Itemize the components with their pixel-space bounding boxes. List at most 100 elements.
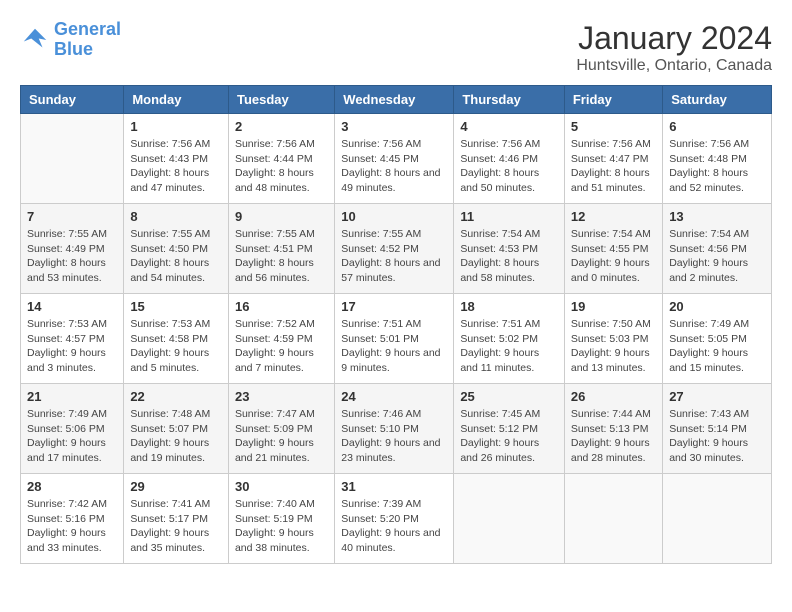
day-info: Sunrise: 7:49 AMSunset: 5:05 PMDaylight:…: [669, 317, 765, 376]
day-info: Sunrise: 7:55 AMSunset: 4:49 PMDaylight:…: [27, 227, 117, 286]
day-number: 21: [27, 389, 117, 404]
day-number: 26: [571, 389, 656, 404]
day-number: 1: [130, 119, 222, 134]
day-info: Sunrise: 7:51 AMSunset: 5:01 PMDaylight:…: [341, 317, 447, 376]
header-row: SundayMondayTuesdayWednesdayThursdayFrid…: [21, 86, 772, 114]
day-cell: 22 Sunrise: 7:48 AMSunset: 5:07 PMDayligh…: [124, 384, 229, 474]
calendar-table: SundayMondayTuesdayWednesdayThursdayFrid…: [20, 85, 772, 564]
day-number: 19: [571, 299, 656, 314]
day-number: 17: [341, 299, 447, 314]
day-number: 31: [341, 479, 447, 494]
day-cell: [564, 474, 662, 564]
day-number: 6: [669, 119, 765, 134]
header-cell-tuesday: Tuesday: [228, 86, 334, 114]
day-cell: 13 Sunrise: 7:54 AMSunset: 4:56 PMDayligh…: [663, 204, 772, 294]
day-info: Sunrise: 7:47 AMSunset: 5:09 PMDaylight:…: [235, 407, 328, 466]
day-cell: 27 Sunrise: 7:43 AMSunset: 5:14 PMDayligh…: [663, 384, 772, 474]
logo-text: GeneralBlue: [54, 20, 121, 60]
day-info: Sunrise: 7:51 AMSunset: 5:02 PMDaylight:…: [460, 317, 558, 376]
day-number: 23: [235, 389, 328, 404]
header-cell-sunday: Sunday: [21, 86, 124, 114]
day-info: Sunrise: 7:54 AMSunset: 4:56 PMDaylight:…: [669, 227, 765, 286]
day-info: Sunrise: 7:56 AMSunset: 4:47 PMDaylight:…: [571, 137, 656, 196]
day-info: Sunrise: 7:46 AMSunset: 5:10 PMDaylight:…: [341, 407, 447, 466]
day-number: 18: [460, 299, 558, 314]
day-info: Sunrise: 7:39 AMSunset: 5:20 PMDaylight:…: [341, 497, 447, 556]
day-cell: 25 Sunrise: 7:45 AMSunset: 5:12 PMDayligh…: [454, 384, 565, 474]
logo: GeneralBlue: [20, 20, 121, 60]
day-cell: [454, 474, 565, 564]
day-number: 9: [235, 209, 328, 224]
day-cell: 18 Sunrise: 7:51 AMSunset: 5:02 PMDayligh…: [454, 294, 565, 384]
day-cell: 2 Sunrise: 7:56 AMSunset: 4:44 PMDaylight…: [228, 114, 334, 204]
day-cell: 5 Sunrise: 7:56 AMSunset: 4:47 PMDaylight…: [564, 114, 662, 204]
day-number: 2: [235, 119, 328, 134]
day-number: 13: [669, 209, 765, 224]
header-cell-thursday: Thursday: [454, 86, 565, 114]
day-cell: 24 Sunrise: 7:46 AMSunset: 5:10 PMDayligh…: [335, 384, 454, 474]
day-number: 5: [571, 119, 656, 134]
day-number: 14: [27, 299, 117, 314]
page-subtitle: Huntsville, Ontario, Canada: [576, 57, 772, 75]
day-cell: 6 Sunrise: 7:56 AMSunset: 4:48 PMDaylight…: [663, 114, 772, 204]
day-number: 28: [27, 479, 117, 494]
day-cell: 4 Sunrise: 7:56 AMSunset: 4:46 PMDaylight…: [454, 114, 565, 204]
day-info: Sunrise: 7:49 AMSunset: 5:06 PMDaylight:…: [27, 407, 117, 466]
day-cell: 30 Sunrise: 7:40 AMSunset: 5:19 PMDayligh…: [228, 474, 334, 564]
day-cell: 29Sunrise: 7:41 AMSunset: 5:17 PMDayligh…: [124, 474, 229, 564]
day-info: Sunrise: 7:53 AMSunset: 4:57 PMDaylight:…: [27, 317, 117, 376]
day-cell: 10Sunrise: 7:55 AMSunset: 4:52 PMDayligh…: [335, 204, 454, 294]
day-cell: 23 Sunrise: 7:47 AMSunset: 5:09 PMDayligh…: [228, 384, 334, 474]
day-cell: 8 Sunrise: 7:55 AMSunset: 4:50 PMDaylight…: [124, 204, 229, 294]
day-info: Sunrise: 7:56 AMSunset: 4:43 PMDaylight:…: [130, 137, 222, 196]
day-info: Sunrise: 7:45 AMSunset: 5:12 PMDaylight:…: [460, 407, 558, 466]
day-info: Sunrise: 7:53 AMSunset: 4:58 PMDaylight:…: [130, 317, 222, 376]
day-info: Sunrise: 7:55 AMSunset: 4:52 PMDaylight:…: [341, 227, 447, 286]
day-cell: 19 Sunrise: 7:50 AMSunset: 5:03 PMDayligh…: [564, 294, 662, 384]
day-number: 27: [669, 389, 765, 404]
day-number: 15: [130, 299, 222, 314]
day-number: 24: [341, 389, 447, 404]
day-number: 25: [460, 389, 558, 404]
day-number: 4: [460, 119, 558, 134]
day-info: Sunrise: 7:54 AMSunset: 4:53 PMDaylight:…: [460, 227, 558, 286]
day-number: 8: [130, 209, 222, 224]
day-cell: 7Sunrise: 7:55 AMSunset: 4:49 PMDaylight…: [21, 204, 124, 294]
day-cell: 12 Sunrise: 7:54 AMSunset: 4:55 PMDayligh…: [564, 204, 662, 294]
day-info: Sunrise: 7:56 AMSunset: 4:44 PMDaylight:…: [235, 137, 328, 196]
day-number: 12: [571, 209, 656, 224]
day-cell: 14 Sunrise: 7:53 AMSunset: 4:57 PMDayligh…: [21, 294, 124, 384]
day-info: Sunrise: 7:43 AMSunset: 5:14 PMDaylight:…: [669, 407, 765, 466]
header-cell-friday: Friday: [564, 86, 662, 114]
day-number: 22: [130, 389, 222, 404]
day-cell: [663, 474, 772, 564]
day-info: Sunrise: 7:56 AMSunset: 4:45 PMDaylight:…: [341, 137, 447, 196]
day-info: Sunrise: 7:55 AMSunset: 4:51 PMDaylight:…: [235, 227, 328, 286]
calendar-header: SundayMondayTuesdayWednesdayThursdayFrid…: [21, 86, 772, 114]
day-info: Sunrise: 7:56 AMSunset: 4:48 PMDaylight:…: [669, 137, 765, 196]
day-number: 16: [235, 299, 328, 314]
day-info: Sunrise: 7:56 AMSunset: 4:46 PMDaylight:…: [460, 137, 558, 196]
day-cell: 26 Sunrise: 7:44 AMSunset: 5:13 PMDayligh…: [564, 384, 662, 474]
day-cell: [21, 114, 124, 204]
day-cell: 28 Sunrise: 7:42 AMSunset: 5:16 PMDayligh…: [21, 474, 124, 564]
day-number: 30: [235, 479, 328, 494]
day-info: Sunrise: 7:54 AMSunset: 4:55 PMDaylight:…: [571, 227, 656, 286]
day-info: Sunrise: 7:41 AMSunset: 5:17 PMDaylight:…: [130, 497, 222, 556]
day-info: Sunrise: 7:50 AMSunset: 5:03 PMDaylight:…: [571, 317, 656, 376]
calendar-body: 1 Sunrise: 7:56 AMSunset: 4:43 PMDaylight…: [21, 114, 772, 564]
day-number: 20: [669, 299, 765, 314]
day-number: 3: [341, 119, 447, 134]
header-cell-wednesday: Wednesday: [335, 86, 454, 114]
day-info: Sunrise: 7:44 AMSunset: 5:13 PMDaylight:…: [571, 407, 656, 466]
day-info: Sunrise: 7:42 AMSunset: 5:16 PMDaylight:…: [27, 497, 117, 556]
page-header: GeneralBlue January 2024 Huntsville, Ont…: [20, 20, 772, 75]
day-info: Sunrise: 7:55 AMSunset: 4:50 PMDaylight:…: [130, 227, 222, 286]
day-number: 11: [460, 209, 558, 224]
header-cell-saturday: Saturday: [663, 86, 772, 114]
day-info: Sunrise: 7:48 AMSunset: 5:07 PMDaylight:…: [130, 407, 222, 466]
day-cell: 3 Sunrise: 7:56 AMSunset: 4:45 PMDaylight…: [335, 114, 454, 204]
day-info: Sunrise: 7:40 AMSunset: 5:19 PMDaylight:…: [235, 497, 328, 556]
day-cell: 31 Sunrise: 7:39 AMSunset: 5:20 PMDayligh…: [335, 474, 454, 564]
week-row-3: 14 Sunrise: 7:53 AMSunset: 4:57 PMDayligh…: [21, 294, 772, 384]
